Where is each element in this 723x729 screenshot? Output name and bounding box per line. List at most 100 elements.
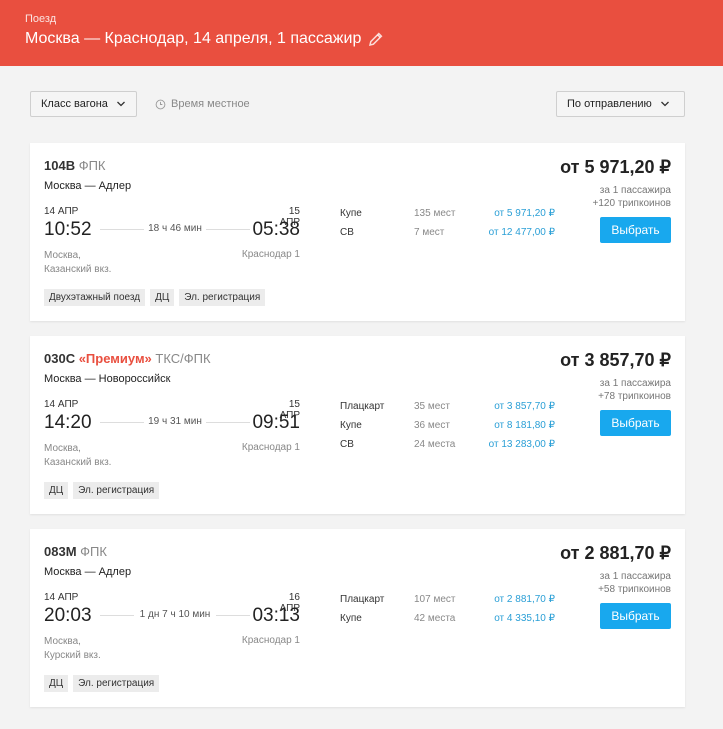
class-price[interactable]: от 8 181,80 ₽ [494,420,555,431]
car-class-filter-label: Класс вагона [41,98,108,110]
duration-line [100,229,144,230]
arrival-station: Краснодар 1 [241,635,300,646]
search-header: Поезд Москва — Краснодар, 14 апреля, 1 п… [0,0,723,66]
train-carrier: ФПК [80,544,107,559]
duration-line [100,615,134,616]
class-name: Купе [340,420,362,431]
arrival-time: 05:38 [252,219,300,240]
train-carrier: ТКС/ФПК [155,351,211,366]
class-price[interactable]: от 4 335,10 ₽ [494,613,555,624]
class-seats: 36 мест [414,420,450,431]
class-name: Купе [340,613,362,624]
min-price: от 5 971,20 ₽ [560,157,671,177]
train-card: 104В ФПК Москва — Адлер 14 АПР 15 АПР 10… [30,143,685,321]
pencil-icon[interactable] [367,30,385,48]
class-seats: 35 мест [414,401,450,412]
min-price: от 2 881,70 ₽ [560,543,671,563]
car-class-filter[interactable]: Класс вагона [30,91,137,117]
departure-station: Москва, Курский вкз. [44,635,101,663]
class-price[interactable]: от 12 477,00 ₽ [489,227,555,238]
local-time-label: Время местное [171,98,250,110]
price-per-passenger: за 1 пассажира [599,571,671,582]
min-price: от 3 857,70 ₽ [560,350,671,370]
class-name: СВ [340,227,354,238]
trip-duration: 18 ч 46 мин [148,223,202,234]
train-route: Москва — Новороссийск [44,373,171,385]
class-row[interactable]: Купе 135 мест от 5 971,20 ₽ [340,208,555,222]
search-summary-title: Москва — Краснодар, 14 апреля, 1 пассажи… [25,30,362,47]
duration-line [100,422,144,423]
class-row[interactable]: Плацкарт 107 мест от 2 881,70 ₽ [340,594,555,608]
class-seats: 107 мест [414,594,456,605]
local-time-note: Время местное [155,98,250,110]
departure-terminal: Курский вкз. [44,650,101,661]
tag: ДЦ [44,675,69,692]
class-seats: 24 места [414,439,456,450]
duration-line [206,229,250,230]
train-route: Москва — Адлер [44,566,132,578]
class-price[interactable]: от 5 971,20 ₽ [494,208,555,219]
class-seats: 7 мест [414,227,445,238]
arrival-station: Краснодар 1 [241,442,300,453]
transport-kind-label: Поезд [25,13,57,25]
train-number: 083М ФПК [44,544,107,559]
clock-icon [155,99,166,109]
chevron-down-icon [660,101,669,107]
chevron-down-icon [116,101,125,107]
class-price[interactable]: от 13 283,00 ₽ [489,439,555,450]
class-name: Купе [340,208,362,219]
train-carrier: ФПК [78,158,106,173]
choose-button[interactable]: Выбрать [600,410,671,436]
train-card: 030С «Премиум» ТКС/ФПК Москва — Новоросс… [30,336,685,514]
tag: Двухэтажный поезд [44,289,146,306]
tag: Эл. регистрация [179,289,266,306]
train-tags: Двухэтажный поезд ДЦ Эл. регистрация [44,289,266,306]
departure-time: 10:52 [44,219,92,240]
sort-select-label: По отправлению [567,98,652,110]
class-name: СВ [340,439,354,450]
tripcoins-bonus: +58 трипкоинов [598,584,671,595]
arrival-time: 03:13 [252,605,300,626]
choose-button[interactable]: Выбрать [600,217,671,243]
tripcoins-bonus: +120 трипкоинов [592,198,671,209]
trip-duration: 19 ч 31 мин [148,416,202,427]
tag: Эл. регистрация [73,482,160,499]
price-per-passenger: за 1 пассажира [599,185,671,196]
train-tags: ДЦ Эл. регистрация [44,482,160,499]
tripcoins-bonus: +78 трипкоинов [598,391,671,402]
departure-station: Москва, Казанский вкз. [44,249,111,277]
class-row[interactable]: Купе 36 мест от 8 181,80 ₽ [340,420,555,434]
duration-line [216,615,250,616]
class-row[interactable]: СВ 7 мест от 12 477,00 ₽ [340,227,555,241]
sort-select[interactable]: По отправлению [556,91,685,117]
train-tags: ДЦ Эл. регистрация [44,675,160,692]
departure-city: Москва, [44,636,81,647]
departure-date: 14 АПР [44,592,79,603]
train-number-value: 030С [44,351,76,366]
departure-time: 20:03 [44,605,92,626]
train-card: 083М ФПК Москва — Адлер 14 АПР 16 АПР 20… [30,529,685,707]
departure-city: Москва, [44,250,81,261]
departure-date: 14 АПР [44,399,79,410]
train-number-value: 083М [44,544,77,559]
train-number-value: 104В [44,158,76,173]
tag: Эл. регистрация [73,675,160,692]
class-name: Плацкарт [340,594,385,605]
class-row[interactable]: СВ 24 места от 13 283,00 ₽ [340,439,555,453]
class-seats: 42 места [414,613,456,624]
duration-line [206,422,250,423]
train-route: Москва — Адлер [44,180,132,192]
class-price[interactable]: от 3 857,70 ₽ [494,401,555,412]
class-row[interactable]: Плацкарт 35 мест от 3 857,70 ₽ [340,401,555,415]
train-number: 104В ФПК [44,158,106,173]
class-name: Плацкарт [340,401,385,412]
tag: ДЦ [44,482,69,499]
premium-badge: «Премиум» [78,351,152,366]
tag: ДЦ [150,289,175,306]
arrival-time: 09:51 [252,412,300,433]
choose-button[interactable]: Выбрать [600,603,671,629]
train-number: 030С «Премиум» ТКС/ФПК [44,351,211,366]
class-row[interactable]: Купе 42 места от 4 335,10 ₽ [340,613,555,627]
class-seats: 135 мест [414,208,456,219]
class-price[interactable]: от 2 881,70 ₽ [494,594,555,605]
